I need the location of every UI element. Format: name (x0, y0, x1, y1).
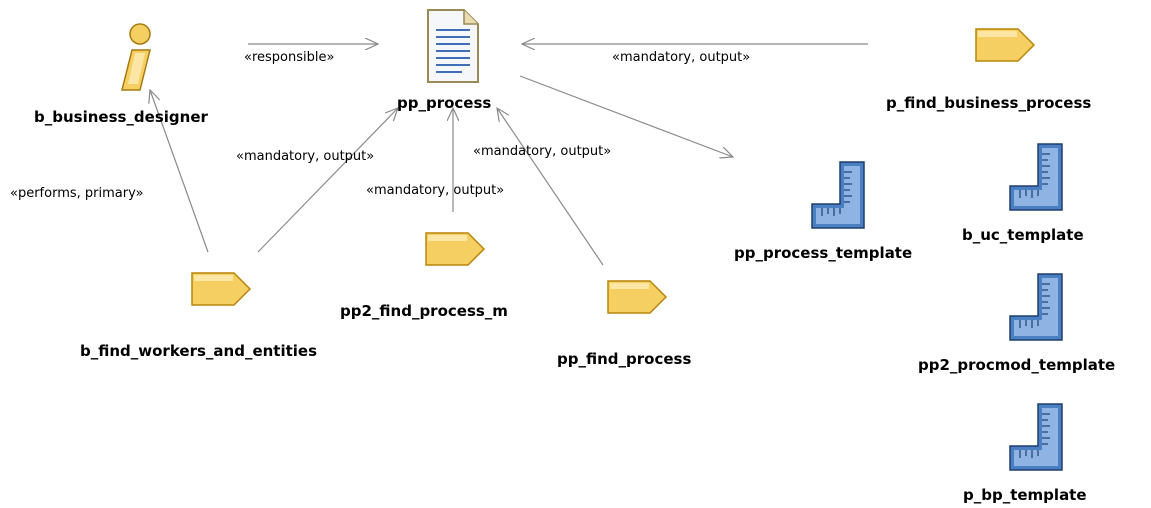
node-label-process-template: pp_process_template (734, 244, 913, 262)
node-label-uc-template: b_uc_template (962, 226, 1084, 244)
diagram-canvas: «responsible» «mandatory, output» «perfo… (0, 0, 1151, 508)
edge-label-mandatory-output-left: «mandatory, output» (236, 149, 375, 164)
node-label-find-process-m: pp2_find_process_m (340, 302, 508, 320)
task-tag-icon[interactable] (190, 270, 252, 312)
node-label-business-designer: b_business_designer (34, 108, 208, 126)
template-ruler-icon[interactable] (1008, 402, 1064, 476)
task-tag-icon[interactable] (424, 230, 486, 272)
template-ruler-icon[interactable] (1008, 142, 1064, 216)
node-label-find-workers: b_find_workers_and_entities (80, 342, 318, 360)
node-label-procmod-template: pp2_procmod_template (918, 356, 1116, 374)
task-tag-icon[interactable] (974, 26, 1036, 68)
edge-label-performs-primary: «performs, primary» (10, 186, 144, 201)
node-label-bp-template: p_bp_template (963, 486, 1087, 504)
template-ruler-icon[interactable] (810, 160, 866, 234)
node-label-find-process: pp_find_process (557, 350, 692, 368)
edge-mandatory-output-left[interactable] (257, 108, 398, 253)
node-label-find-business-process: p_find_business_process (886, 94, 1092, 112)
edge-label-responsible: «responsible» (244, 50, 335, 65)
connector-layer (0, 0, 868, 266)
edge-label-mandatory-output-top: «mandatory, output» (612, 50, 751, 65)
document-icon[interactable] (426, 8, 480, 88)
template-ruler-icon[interactable] (1008, 272, 1064, 346)
person-role-icon[interactable] (112, 22, 162, 98)
edge-label-mandatory-output-right: «mandatory, output» (473, 144, 612, 159)
task-tag-icon[interactable] (606, 278, 668, 320)
edge-mandatory-output-right[interactable] (497, 108, 604, 266)
edge-label-mandatory-output-middle: «mandatory, output» (366, 183, 505, 198)
node-label-pp-process: pp_process (397, 94, 492, 112)
